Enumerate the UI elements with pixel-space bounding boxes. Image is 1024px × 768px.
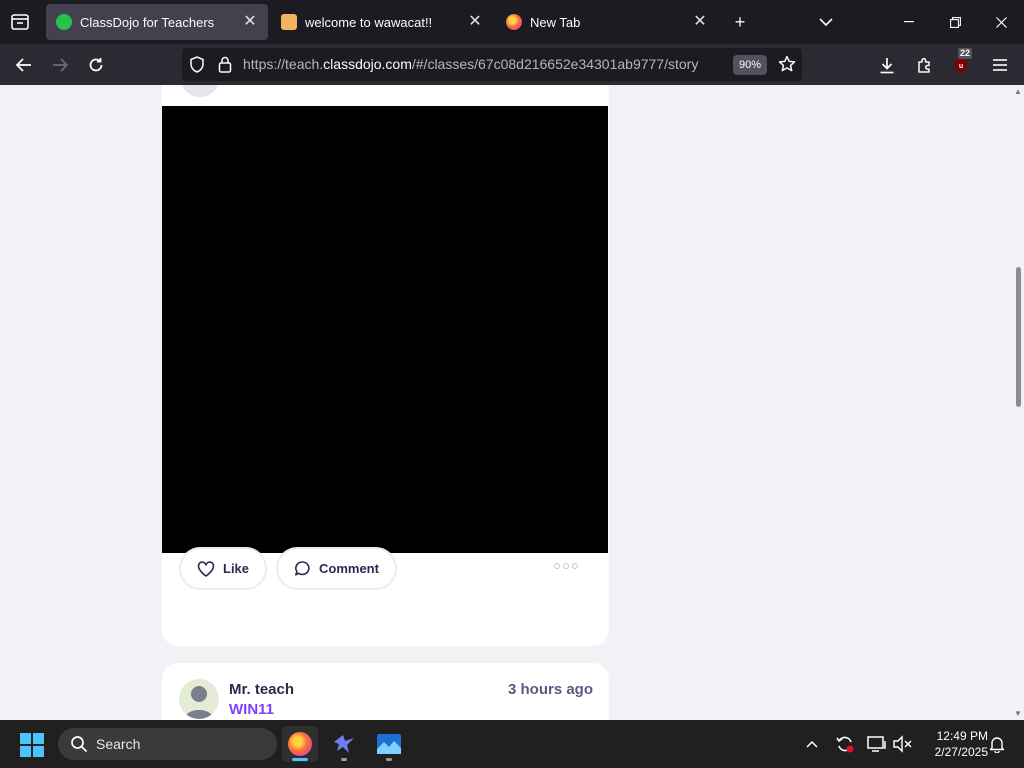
page-scrollbar[interactable]: ▲ ▼ [1012, 85, 1024, 720]
taskbar-bird-app[interactable] [326, 726, 362, 762]
reload-icon[interactable] [83, 52, 109, 78]
heart-icon [197, 560, 215, 577]
comment-button[interactable]: Comment [276, 547, 397, 590]
avatar [180, 85, 220, 97]
comment-label: Comment [319, 561, 379, 576]
video-player[interactable] [162, 106, 608, 553]
svg-text:u: u [959, 63, 963, 70]
firefox-icon [288, 732, 312, 756]
sync-icon[interactable] [833, 732, 857, 756]
new-tab-plus-icon[interactable]: + [728, 10, 752, 34]
story-post-card: Like Comment [162, 85, 609, 646]
volume-muted-icon[interactable] [890, 732, 914, 756]
cat-icon [281, 14, 297, 30]
ublock-extension-icon[interactable]: u 22 [948, 48, 974, 78]
post-author[interactable]: Mr. teach [229, 681, 294, 698]
navigation-toolbar: https://teach.classdojo.com/#/classes/67… [0, 44, 1024, 85]
taskbar-search-box[interactable]: Search [58, 728, 277, 760]
image-viewer-icon [377, 734, 401, 754]
extension-badge-count: 22 [958, 48, 973, 59]
close-window-icon[interactable] [978, 0, 1024, 44]
post-timestamp: 3 hours ago [507, 681, 593, 698]
forward-arrow-icon[interactable] [47, 52, 73, 78]
tab-new-tab[interactable]: New Tab ✕ [496, 4, 718, 40]
zoom-level-badge[interactable]: 90% [733, 55, 767, 75]
url-text: https://teach.classdojo.com/#/classes/67… [243, 56, 698, 72]
tab-classdojo[interactable]: ClassDojo for Teachers ✕ [46, 4, 268, 40]
list-all-tabs-chevron-icon[interactable] [814, 10, 838, 34]
taskbar-firefox-app[interactable] [282, 726, 318, 762]
tab-wawacat[interactable]: welcome to wawacat!! ✕ [271, 4, 493, 40]
hamburger-menu-icon[interactable] [987, 52, 1013, 78]
url-domain: classdojo.com [323, 56, 412, 72]
comment-bubble-icon [295, 561, 310, 576]
classdojo-icon [56, 14, 72, 30]
network-display-icon[interactable] [865, 732, 889, 756]
minimize-icon[interactable] [886, 0, 932, 44]
scrollbar-thumb[interactable] [1016, 267, 1021, 407]
clock-time: 12:49 PM [936, 729, 988, 743]
url-prefix: https://teach. [243, 56, 324, 72]
more-options-icon[interactable] [554, 563, 578, 569]
back-arrow-icon[interactable] [11, 52, 37, 78]
tab-strip: ClassDojo for Teachers ✕ welcome to wawa… [0, 0, 1024, 44]
close-tab-icon[interactable]: ✕ [467, 14, 483, 30]
story-post-card: Mr. teach WIN11 3 hours ago [162, 663, 609, 720]
downloads-icon[interactable] [874, 52, 900, 78]
tab-title: welcome to wawacat!! [305, 14, 433, 30]
close-tab-icon[interactable]: ✕ [692, 14, 708, 30]
notification-bell-icon[interactable] [985, 732, 1009, 756]
tab-title: New Tab [530, 14, 581, 30]
tab-list-icon[interactable] [8, 10, 32, 34]
restore-icon[interactable] [932, 0, 978, 44]
scroll-down-arrow-icon[interactable]: ▼ [1014, 709, 1022, 718]
tracking-shield-icon[interactable] [189, 56, 205, 78]
clock-date: 2/27/2025 [934, 745, 988, 759]
show-hidden-icons-chevron-icon[interactable] [800, 732, 824, 756]
search-label: Search [96, 736, 141, 752]
scroll-up-arrow-icon[interactable]: ▲ [1014, 87, 1022, 96]
like-label: Like [223, 561, 250, 576]
url-bar[interactable]: https://teach.classdojo.com/#/classes/67… [182, 48, 802, 81]
search-icon [71, 736, 88, 753]
tab-title: ClassDojo for Teachers [80, 14, 215, 30]
windows-taskbar: Search 12:49 PM 2/27/2025 [0, 720, 1024, 768]
bird-app-icon [334, 735, 354, 753]
post-class-name: WIN11 [229, 701, 275, 718]
extensions-puzzle-icon[interactable] [911, 52, 937, 78]
url-path: /#/classes/67c08d216652e34301ab9777/stor… [411, 56, 699, 72]
lock-icon[interactable] [218, 56, 232, 78]
taskbar-image-app[interactable] [371, 726, 407, 762]
taskbar-clock[interactable]: 12:49 PM 2/27/2025 [918, 728, 988, 760]
bookmark-star-icon[interactable] [778, 55, 796, 78]
story-feed: Like Comment Mr. teach WIN11 3 hours ago… [0, 85, 1024, 720]
like-button[interactable]: Like [179, 547, 268, 590]
windows-start-icon[interactable] [20, 733, 44, 757]
firefox-icon [506, 14, 522, 30]
close-tab-icon[interactable]: ✕ [242, 14, 258, 30]
avatar [179, 679, 219, 719]
